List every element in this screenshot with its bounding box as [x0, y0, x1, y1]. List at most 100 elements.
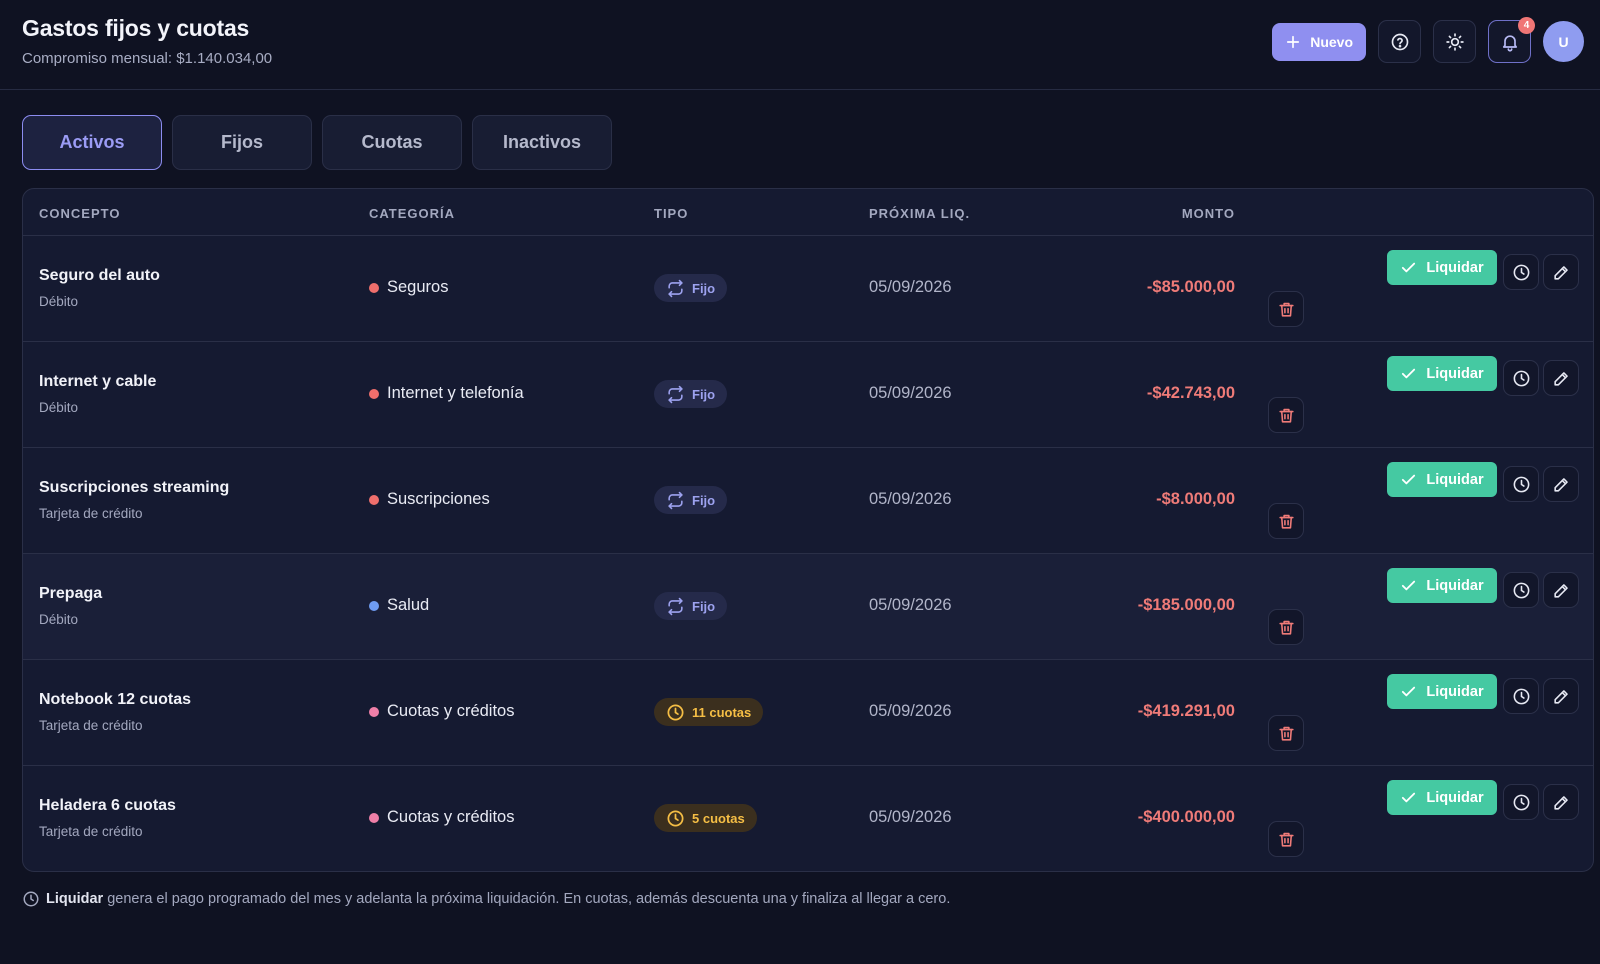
type-label: Fijo [692, 386, 716, 402]
table-row: Internet y cable Débito Internet y telef… [23, 342, 1593, 448]
new-button-label: Nuevo [1310, 33, 1353, 50]
payment-method: Débito [39, 400, 79, 415]
trash-icon [1278, 620, 1294, 635]
trash-icon [1278, 514, 1294, 529]
history-button[interactable] [1503, 678, 1539, 714]
table-header: CONCEPTO CATEGORÍA TIPO PRÓXIMA LIQ. MON… [23, 189, 1593, 236]
footer-bold: Liquidar [46, 891, 104, 907]
concept-name: Seguro del auto [39, 267, 160, 284]
header-categoria: CATEGORÍA [369, 206, 456, 221]
monthly-commitment: Compromiso mensual: $1.140.034,00 [22, 50, 273, 67]
edit-button[interactable] [1543, 572, 1579, 608]
delete-button[interactable] [1268, 609, 1304, 645]
amount: -$8.000,00 [1156, 490, 1235, 508]
check-icon [1402, 580, 1416, 591]
category: Seguros [369, 278, 448, 297]
payment-method: Débito [39, 612, 79, 627]
pencil-icon [1553, 689, 1568, 704]
liquidar-button[interactable]: Liquidar [1387, 250, 1497, 285]
edit-button[interactable] [1543, 784, 1579, 820]
history-button[interactable] [1503, 784, 1539, 820]
category: Suscripciones [369, 490, 490, 509]
amount: -$419.291,00 [1137, 702, 1235, 720]
liquidar-button[interactable]: Liquidar [1387, 674, 1497, 709]
tab-activos[interactable]: Activos [22, 115, 162, 170]
payment-method: Débito [39, 294, 79, 309]
liquidar-button[interactable]: Liquidar [1387, 462, 1497, 497]
edit-button[interactable] [1543, 466, 1579, 502]
trash-icon [1278, 302, 1294, 317]
type-label: Fijo [692, 280, 716, 296]
tab-fijos[interactable]: Fijos [172, 115, 312, 170]
pencil-icon [1553, 371, 1568, 386]
next-settlement-date: 05/09/2026 [869, 702, 952, 720]
type-badge: 11 cuotas [654, 698, 764, 726]
delete-button[interactable] [1268, 291, 1304, 327]
type-badge: Fijo [654, 274, 728, 302]
clock-icon [667, 810, 684, 826]
liquidar-button[interactable]: Liquidar [1387, 356, 1497, 391]
bell-icon [1502, 34, 1517, 52]
theme-toggle-button[interactable] [1433, 20, 1476, 63]
category-dot [369, 282, 379, 293]
history-icon [1513, 476, 1529, 492]
category: Cuotas y créditos [369, 808, 514, 827]
check-icon [1402, 368, 1416, 379]
history-icon [1513, 370, 1529, 386]
history-button[interactable] [1503, 572, 1539, 608]
concept-name: Suscripciones streaming [39, 479, 230, 496]
amount: -$185.000,00 [1137, 596, 1235, 614]
category-dot [369, 706, 379, 717]
type-label: Fijo [692, 492, 716, 508]
history-icon [1513, 794, 1529, 810]
amount: -$400.000,00 [1137, 808, 1235, 826]
history-button[interactable] [1503, 360, 1539, 396]
category-label: Cuotas y créditos [387, 808, 515, 826]
avatar[interactable]: U [1543, 21, 1584, 62]
category-label: Cuotas y créditos [387, 702, 515, 720]
check-icon [1402, 474, 1416, 485]
notifications-button[interactable]: 4 [1488, 17, 1535, 63]
concept-name: Prepaga [39, 585, 103, 602]
table-row: Seguro del auto Débito Seguros Fijo 05/0… [23, 236, 1593, 342]
history-button[interactable] [1503, 466, 1539, 502]
tab-inactivos[interactable]: Inactivos [472, 115, 612, 170]
plus-icon [1287, 35, 1300, 48]
category: Cuotas y créditos [369, 702, 514, 721]
edit-button[interactable] [1543, 360, 1579, 396]
tabs: Activos Fijos Cuotas Inactivos [22, 115, 612, 170]
help-button[interactable] [1378, 20, 1421, 63]
edit-button[interactable] [1543, 678, 1579, 714]
amount: -$85.000,00 [1146, 278, 1235, 296]
clock-icon [667, 704, 684, 720]
delete-button[interactable] [1268, 503, 1304, 539]
liquidar-label: Liquidar [1426, 365, 1484, 382]
help-icon [1391, 33, 1408, 50]
concept-name: Notebook 12 cuotas [39, 691, 192, 708]
liquidar-button[interactable]: Liquidar [1387, 780, 1497, 815]
tab-cuotas[interactable]: Cuotas [322, 115, 462, 170]
amount: -$42.743,00 [1146, 384, 1235, 402]
page-title: Gastos fijos y cuotas [22, 15, 250, 41]
delete-button[interactable] [1268, 715, 1304, 751]
next-settlement-date: 05/09/2026 [869, 384, 952, 402]
pencil-icon [1553, 477, 1568, 492]
edit-button[interactable] [1543, 254, 1579, 290]
new-button[interactable]: Nuevo [1272, 22, 1366, 61]
payment-method: Tarjeta de crédito [39, 506, 143, 521]
pencil-icon [1553, 795, 1568, 810]
liquidar-button[interactable]: Liquidar [1387, 568, 1497, 603]
delete-button[interactable] [1268, 397, 1304, 433]
category-dot [369, 494, 379, 505]
next-settlement-date: 05/09/2026 [869, 278, 952, 296]
category: Internet y telefonía [369, 384, 524, 403]
concept-name: Heladera 6 cuotas [39, 797, 176, 814]
history-button[interactable] [1503, 254, 1539, 290]
info-clock-icon [23, 891, 39, 907]
check-icon [1402, 262, 1416, 273]
delete-button[interactable] [1268, 821, 1304, 857]
page-header: Gastos fijos y cuotas Compromiso mensual… [0, 0, 1600, 90]
next-settlement-date: 05/09/2026 [869, 596, 952, 614]
liquidar-label: Liquidar [1426, 259, 1484, 276]
trash-icon [1278, 832, 1294, 847]
